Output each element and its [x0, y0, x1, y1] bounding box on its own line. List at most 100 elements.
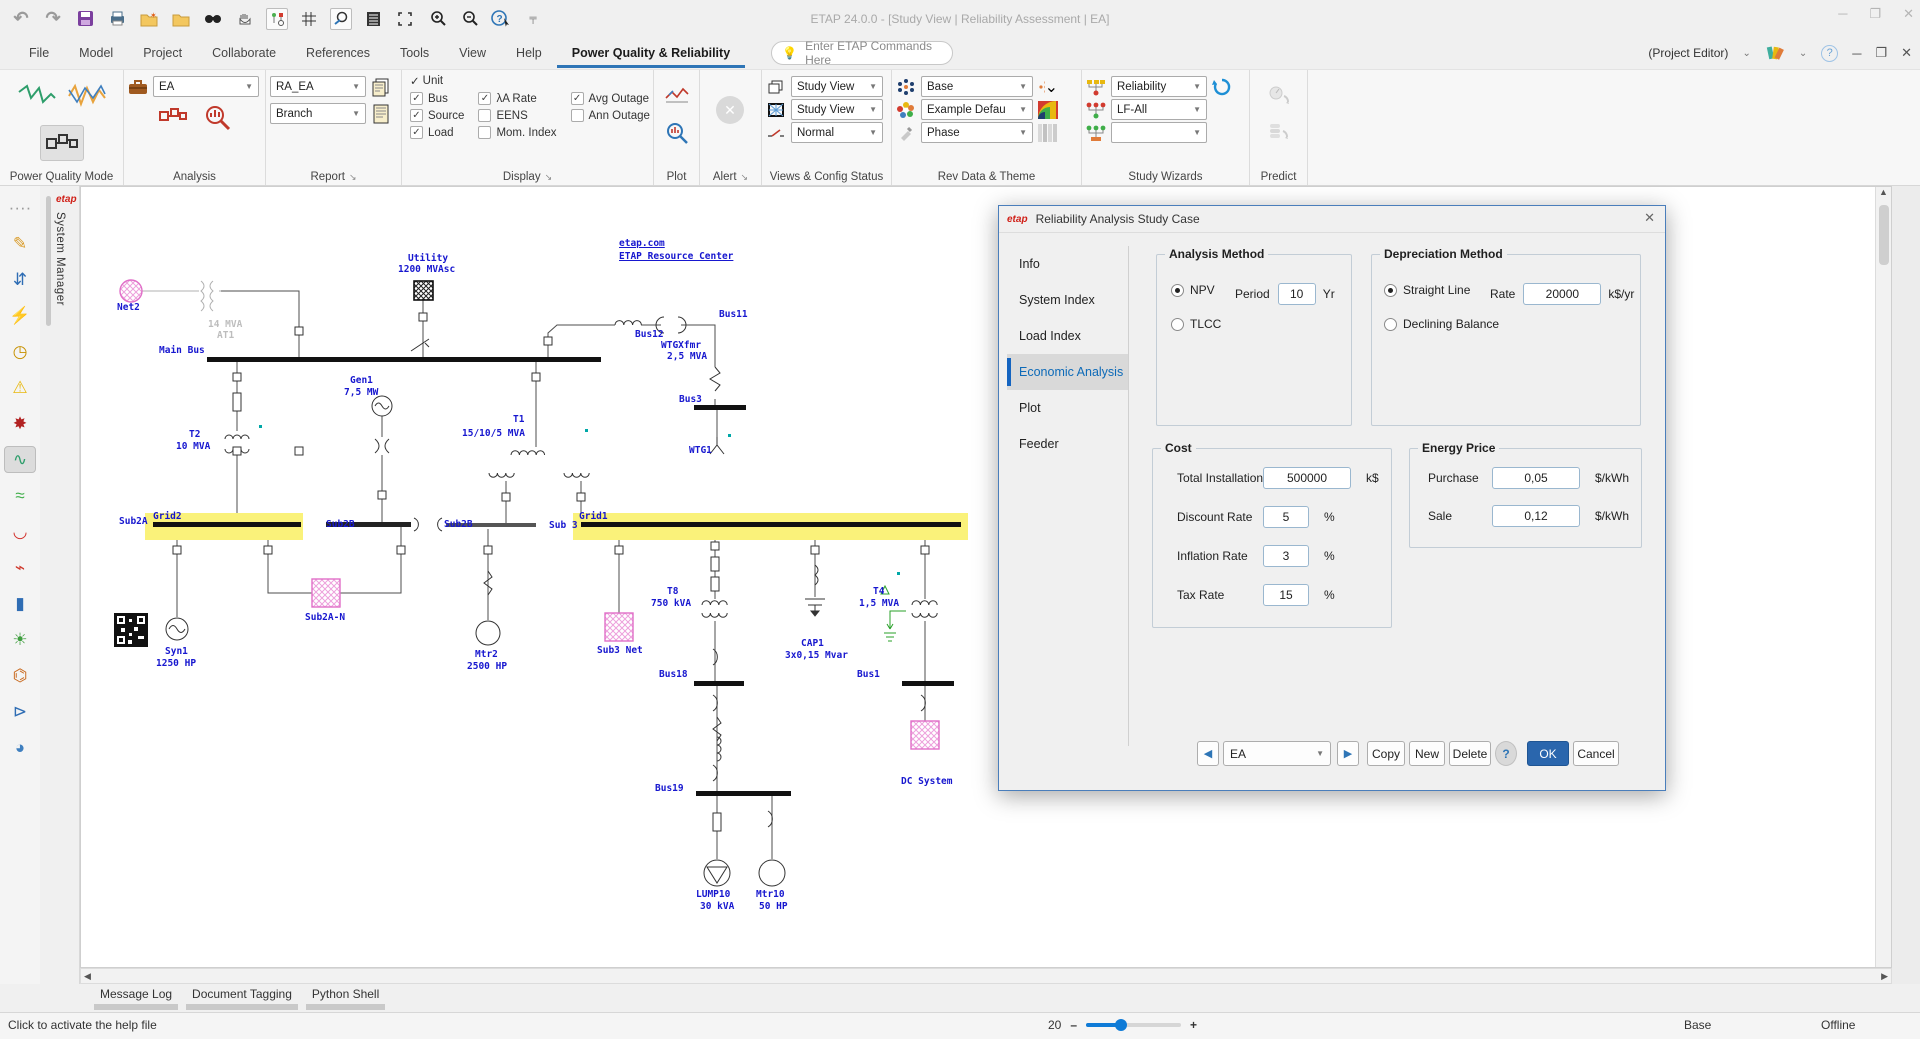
menu-item-help[interactable]: Help: [501, 38, 557, 68]
eyedropper-icon[interactable]: [896, 123, 916, 143]
period-input[interactable]: 10: [1278, 283, 1316, 305]
purchase-input[interactable]: 0,05: [1492, 467, 1580, 489]
display-checkbox-bus[interactable]: ✓Bus: [410, 92, 464, 105]
ok-button[interactable]: OK: [1527, 741, 1569, 766]
horizontal-scrollbar[interactable]: ◀ ▶: [80, 968, 1892, 984]
zoom-out-button[interactable]: –: [1070, 1018, 1077, 1032]
dialog-close-icon[interactable]: ✕: [1644, 210, 1655, 226]
report-page-icon[interactable]: [371, 104, 391, 124]
dialog-title-bar[interactable]: etap Reliability Analysis Study Case ✕: [999, 206, 1665, 233]
zoom-in-icon[interactable]: [426, 8, 448, 30]
panel-scrollbar[interactable]: [46, 196, 51, 326]
bottom-tab-python-shell[interactable]: Python Shell: [306, 984, 385, 1010]
tlcc-radio[interactable]: TLCC: [1171, 317, 1221, 331]
close-window-icon[interactable]: ✕: [1903, 6, 1914, 22]
menu-item-references[interactable]: References: [291, 38, 385, 68]
project-editor-chevron-icon[interactable]: ⌄: [1742, 48, 1750, 59]
scroll-left-icon[interactable]: ◀: [84, 971, 91, 982]
display-checkbox--a-rate[interactable]: ✓λA Rate: [478, 92, 556, 105]
sale-input[interactable]: 0,12: [1492, 505, 1580, 527]
presentation-combobox[interactable]: Study View▼: [791, 76, 883, 97]
delete-button[interactable]: Delete: [1449, 741, 1491, 766]
tax-rate-input[interactable]: 15: [1263, 584, 1309, 606]
theme-flower-icon[interactable]: [896, 100, 916, 120]
dialog-launcher-icon[interactable]: ↘: [545, 172, 553, 182]
wizard-combobox-2[interactable]: LF-All▼: [1111, 99, 1207, 120]
plot-chart-icon[interactable]: [664, 84, 690, 111]
diagram-label-etap-com[interactable]: etap.com: [619, 238, 665, 249]
study-case-combobox[interactable]: EA▼: [1223, 741, 1331, 766]
menu-item-project[interactable]: Project: [128, 38, 197, 68]
print-icon[interactable]: [106, 8, 128, 30]
prev-study-case-button[interactable]: ◀: [1197, 741, 1219, 766]
dc-systems-icon[interactable]: ⌬: [4, 662, 36, 689]
dialog-launcher-icon[interactable]: ↘: [349, 172, 357, 182]
menu-item-view[interactable]: View: [444, 38, 501, 68]
report-format-combobox[interactable]: RA_EA▼: [270, 76, 366, 97]
motor-starting-icon[interactable]: ▮: [4, 590, 36, 617]
dialog-launcher-icon[interactable]: ↘: [741, 172, 749, 182]
renewable-energy-icon[interactable]: ☀: [4, 626, 36, 653]
dialog-tab-load-index[interactable]: Load Index: [1007, 318, 1128, 354]
minimize-window-icon[interactable]: ─: [1838, 6, 1847, 22]
rate-input[interactable]: 20000: [1523, 283, 1601, 305]
waveform-icon[interactable]: [17, 80, 57, 115]
config-view-icon[interactable]: [766, 100, 786, 120]
open-project-icon[interactable]: [170, 8, 192, 30]
command-search-input[interactable]: 💡 Enter ETAP Commands Here: [771, 41, 953, 65]
datahub-icon[interactable]: ◕: [4, 734, 36, 761]
grid-icon[interactable]: [298, 8, 320, 30]
dialog-tab-info[interactable]: Info: [1007, 246, 1128, 282]
one-line-mode-button[interactable]: [40, 125, 84, 161]
npv-radio[interactable]: NPV: [1171, 283, 1215, 297]
economic-analysis-icon[interactable]: [202, 103, 232, 136]
next-study-case-button[interactable]: ▶: [1337, 741, 1359, 766]
run-reliability-icon[interactable]: [158, 103, 188, 136]
theme-combobox[interactable]: Example Defau▼: [921, 99, 1033, 120]
presentation-layers-icon[interactable]: [766, 77, 786, 97]
study-case-combobox[interactable]: EA▼: [153, 76, 259, 97]
menu-item-collaborate[interactable]: Collaborate: [197, 38, 291, 68]
declining-balance-radio[interactable]: Declining Balance: [1384, 317, 1499, 331]
pan-hand-icon[interactable]: [234, 8, 256, 30]
total-installation-input[interactable]: 500000: [1263, 467, 1351, 489]
copy-button[interactable]: Copy: [1367, 741, 1405, 766]
study-view-combobox[interactable]: Study View▼: [791, 99, 883, 120]
display-checkbox-avg-outage[interactable]: ✓Avg Outage: [571, 92, 650, 105]
project-editor-label[interactable]: (Project Editor): [1648, 46, 1728, 60]
edit-mode-icon[interactable]: ✎: [4, 230, 36, 257]
rev-data-icon[interactable]: [896, 77, 916, 97]
load-flow-icon[interactable]: ⇵: [4, 266, 36, 293]
redo-icon[interactable]: ↷: [42, 8, 64, 30]
zoom-select-tool-icon[interactable]: [330, 8, 352, 30]
report-manager-icon[interactable]: [362, 8, 384, 30]
doc-minimize-icon[interactable]: ─: [1852, 46, 1861, 61]
refresh-icon[interactable]: [1212, 77, 1232, 97]
transient-stability-icon[interactable]: ✸: [4, 410, 36, 437]
device-coordination-icon[interactable]: ◷: [4, 338, 36, 365]
dialog-help-button[interactable]: ?: [1495, 741, 1517, 766]
diagram-label-etap-resource-center[interactable]: ETAP Resource Center: [619, 251, 733, 262]
multi-waveform-icon[interactable]: [67, 80, 107, 115]
panel-drag-handle-icon[interactable]: ····: [4, 194, 36, 221]
rev-data-combobox[interactable]: Base▼: [921, 76, 1033, 97]
dialog-tab-feeder[interactable]: Feeder: [1007, 426, 1128, 462]
help-icon[interactable]: ?: [1821, 45, 1838, 62]
discount-rate-input[interactable]: 5: [1263, 506, 1309, 528]
zoom-slider[interactable]: [1086, 1023, 1181, 1027]
menu-item-tools[interactable]: Tools: [385, 38, 444, 68]
zoom-in-button[interactable]: +: [1190, 1018, 1197, 1032]
straight-line-radio[interactable]: Straight Line: [1384, 283, 1470, 297]
doc-close-icon[interactable]: ✕: [1901, 45, 1912, 61]
rainbow-theme-icon[interactable]: [1038, 100, 1058, 120]
display-checkbox-eens[interactable]: EENS: [478, 109, 556, 122]
system-manager-panel-tab[interactable]: etap System Manager: [40, 186, 80, 984]
dialog-tab-plot[interactable]: Plot: [1007, 390, 1128, 426]
wizard-combobox-3[interactable]: ▼: [1111, 122, 1207, 143]
bottom-tab-document-tagging[interactable]: Document Tagging: [186, 984, 298, 1010]
menu-item-file[interactable]: File: [14, 38, 64, 68]
display-checkbox-mom-index[interactable]: Mom. Index: [478, 126, 556, 139]
alert-disabled-icon[interactable]: ✕: [716, 96, 744, 124]
switching-sequence-icon[interactable]: ⌁: [4, 554, 36, 581]
fit-page-icon[interactable]: [394, 8, 416, 30]
